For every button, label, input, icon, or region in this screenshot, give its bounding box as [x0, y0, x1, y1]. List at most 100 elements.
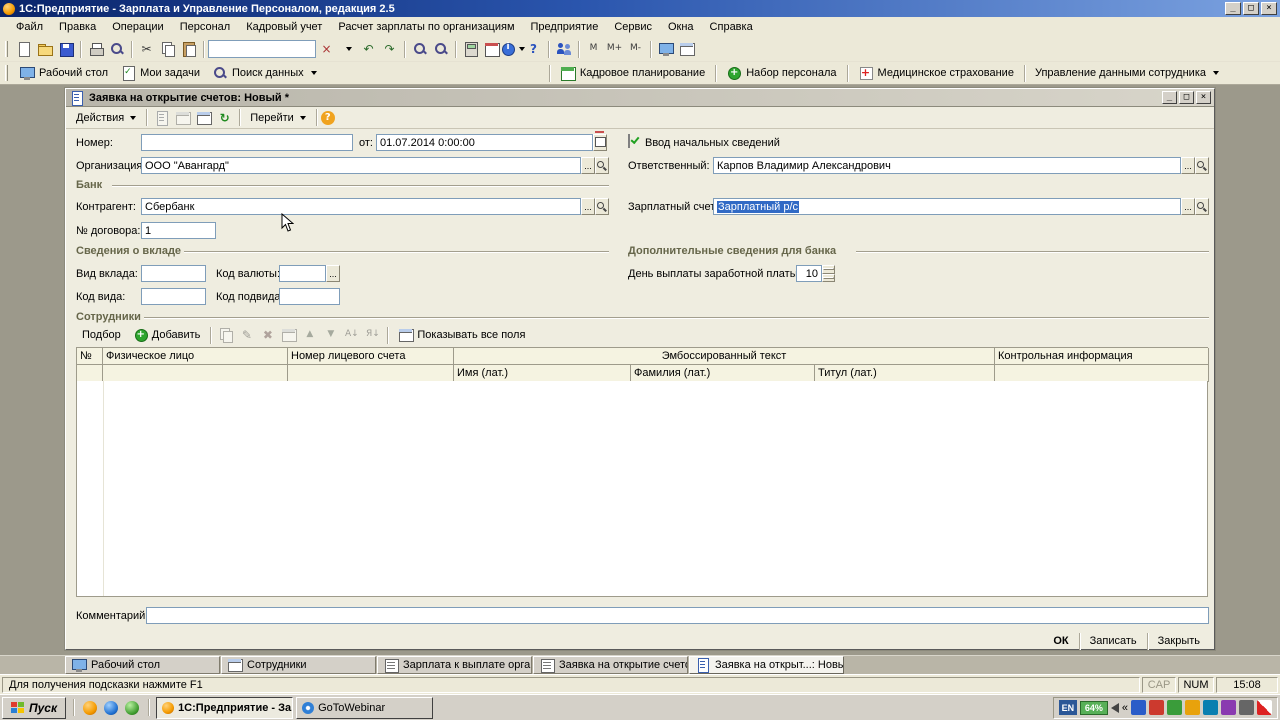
tray-icon-3[interactable] [1167, 700, 1182, 715]
quick-search-input[interactable] [208, 40, 316, 58]
print-icon[interactable] [85, 39, 106, 60]
language-indicator[interactable]: EN [1058, 700, 1077, 715]
close-doc-button[interactable]: Закрыть [1152, 633, 1206, 649]
organization-select-button[interactable]: ... [581, 157, 595, 174]
menu-edit[interactable]: Правка [51, 18, 104, 36]
my-tasks-button[interactable]: Мои задачи [114, 63, 206, 83]
ok-button[interactable]: ОК [1047, 633, 1074, 649]
memory-plus-button[interactable]: М+ [604, 39, 625, 60]
menu-hr-accounting[interactable]: Кадровый учет [238, 18, 330, 36]
search-dropdown-icon[interactable] [337, 39, 358, 60]
tab-salary-payout[interactable]: Зарплата к выплате органи... [377, 656, 532, 674]
tray-icon-7[interactable] [1239, 700, 1254, 715]
menu-file[interactable]: Файл [8, 18, 51, 36]
volume-icon[interactable] [1110, 702, 1119, 713]
comment-input[interactable] [146, 607, 1209, 624]
task-gotowebinar-button[interactable]: GoToWebinar [296, 696, 434, 719]
doc-minimize-button[interactable]: _ [1162, 91, 1177, 104]
pick-button[interactable]: Подбор [76, 327, 127, 343]
save-icon[interactable] [55, 39, 76, 60]
calendar-icon[interactable] [481, 39, 502, 60]
subkind-code-input[interactable] [279, 288, 340, 305]
doc-close-button[interactable]: × [1196, 91, 1211, 104]
users-icon[interactable] [553, 39, 574, 60]
recruitment-button[interactable]: Набор персонала [720, 63, 842, 83]
show-all-fields-button[interactable]: Показывать все поля [392, 325, 531, 345]
refresh-icon[interactable]: ↻ [214, 107, 235, 128]
salary-account-open-button[interactable] [1195, 198, 1209, 215]
insurance-button[interactable]: Медицинское страхование [852, 63, 1020, 83]
move-up-icon[interactable]: ▲ [299, 325, 320, 346]
tray-icon-5[interactable] [1203, 700, 1218, 715]
number-input[interactable] [141, 134, 353, 151]
menu-personnel[interactable]: Персонал [172, 18, 239, 36]
deposit-kind-input[interactable] [141, 265, 206, 282]
undo-icon[interactable]: ↶ [358, 39, 379, 60]
info-icon[interactable] [500, 39, 525, 60]
find-icon[interactable] [409, 39, 430, 60]
actions-button[interactable]: Действия [70, 110, 142, 126]
contragent-open-button[interactable] [595, 198, 609, 215]
table-icon[interactable] [172, 107, 193, 128]
currency-code-input[interactable] [279, 265, 326, 282]
doc-restore-button[interactable]: □ [1179, 91, 1194, 104]
date-calendar-button[interactable] [593, 130, 607, 151]
task-1c-button[interactable]: 1С:Предприятие - За... [156, 696, 294, 719]
tray-icon-8[interactable] [1257, 700, 1272, 715]
open-icon[interactable] [34, 39, 55, 60]
tray-icon-2[interactable] [1149, 700, 1164, 715]
goto-button[interactable]: Перейти [244, 110, 312, 126]
quicklaunch-mail-icon[interactable] [123, 699, 141, 717]
monitor-icon[interactable] [655, 39, 676, 60]
tray-icon-4[interactable] [1185, 700, 1200, 715]
grid-icon[interactable] [676, 39, 697, 60]
redo-icon[interactable]: ↷ [379, 39, 400, 60]
tab-account-request-new[interactable]: Заявка на открыт...: Новый * [689, 656, 844, 674]
col-num[interactable]: № [77, 348, 103, 365]
data-search-button[interactable]: Поиск данных [206, 63, 323, 83]
contragent-input[interactable] [141, 198, 581, 215]
tab-desktop[interactable]: Рабочий стол [65, 656, 220, 674]
tray-icon-6[interactable] [1221, 700, 1236, 715]
add-button[interactable]: Добавить [127, 325, 207, 345]
col-surname[interactable]: Фамилия (лат.) [631, 365, 815, 382]
menu-enterprise[interactable]: Предприятие [523, 18, 607, 36]
menu-windows[interactable]: Окна [660, 18, 702, 36]
contragent-select-button[interactable]: ... [581, 198, 595, 215]
battery-indicator[interactable]: 64% [1079, 700, 1108, 715]
initial-data-checkbox[interactable] [628, 134, 630, 148]
sort-asc-icon[interactable]: А↓ [341, 325, 362, 346]
col-control[interactable]: Контрольная информация [995, 348, 1209, 365]
print-preview-icon[interactable] [106, 39, 127, 60]
menu-service[interactable]: Сервис [606, 18, 660, 36]
salary-account-select-button[interactable]: ... [1181, 198, 1195, 215]
cut-icon[interactable]: ✂ [136, 39, 157, 60]
move-down-icon[interactable]: ▼ [320, 325, 341, 346]
col-name[interactable]: Имя (лат.) [454, 365, 631, 382]
table-add-icon[interactable] [193, 107, 214, 128]
delete-row-icon[interactable]: ✖ [257, 325, 278, 346]
copy-icon[interactable] [157, 39, 178, 60]
sort-desc-icon[interactable]: Я↓ [362, 325, 383, 346]
close-button[interactable]: × [1261, 2, 1277, 15]
tab-account-requests[interactable]: Заявка на открытие счетов [533, 656, 688, 674]
save-document-icon[interactable] [151, 107, 172, 128]
responsible-open-button[interactable] [1195, 157, 1209, 174]
menu-payroll[interactable]: Расчет зарплаты по организациям [330, 18, 522, 36]
col-emboss[interactable]: Эмбоссированный текст [454, 348, 995, 365]
memory-minus-button[interactable]: М- [625, 39, 646, 60]
help-circle-icon[interactable]: ? [320, 110, 335, 125]
clear-search-icon[interactable]: × [316, 39, 337, 60]
toolbar-grip[interactable] [5, 65, 8, 81]
payday-spinner[interactable] [822, 265, 835, 282]
tray-collapse-button[interactable]: « [1122, 702, 1128, 714]
currency-select-button[interactable]: ... [326, 265, 340, 282]
desktop-button[interactable]: Рабочий стол [13, 63, 114, 83]
find-next-icon[interactable] [430, 39, 451, 60]
start-button[interactable]: Пуск [2, 696, 67, 719]
organization-input[interactable] [141, 157, 581, 174]
tray-icon-1[interactable] [1131, 700, 1146, 715]
responsible-select-button[interactable]: ... [1181, 157, 1195, 174]
quicklaunch-browser-icon[interactable] [102, 699, 120, 717]
edit-row-icon[interactable]: ✎ [236, 325, 257, 346]
